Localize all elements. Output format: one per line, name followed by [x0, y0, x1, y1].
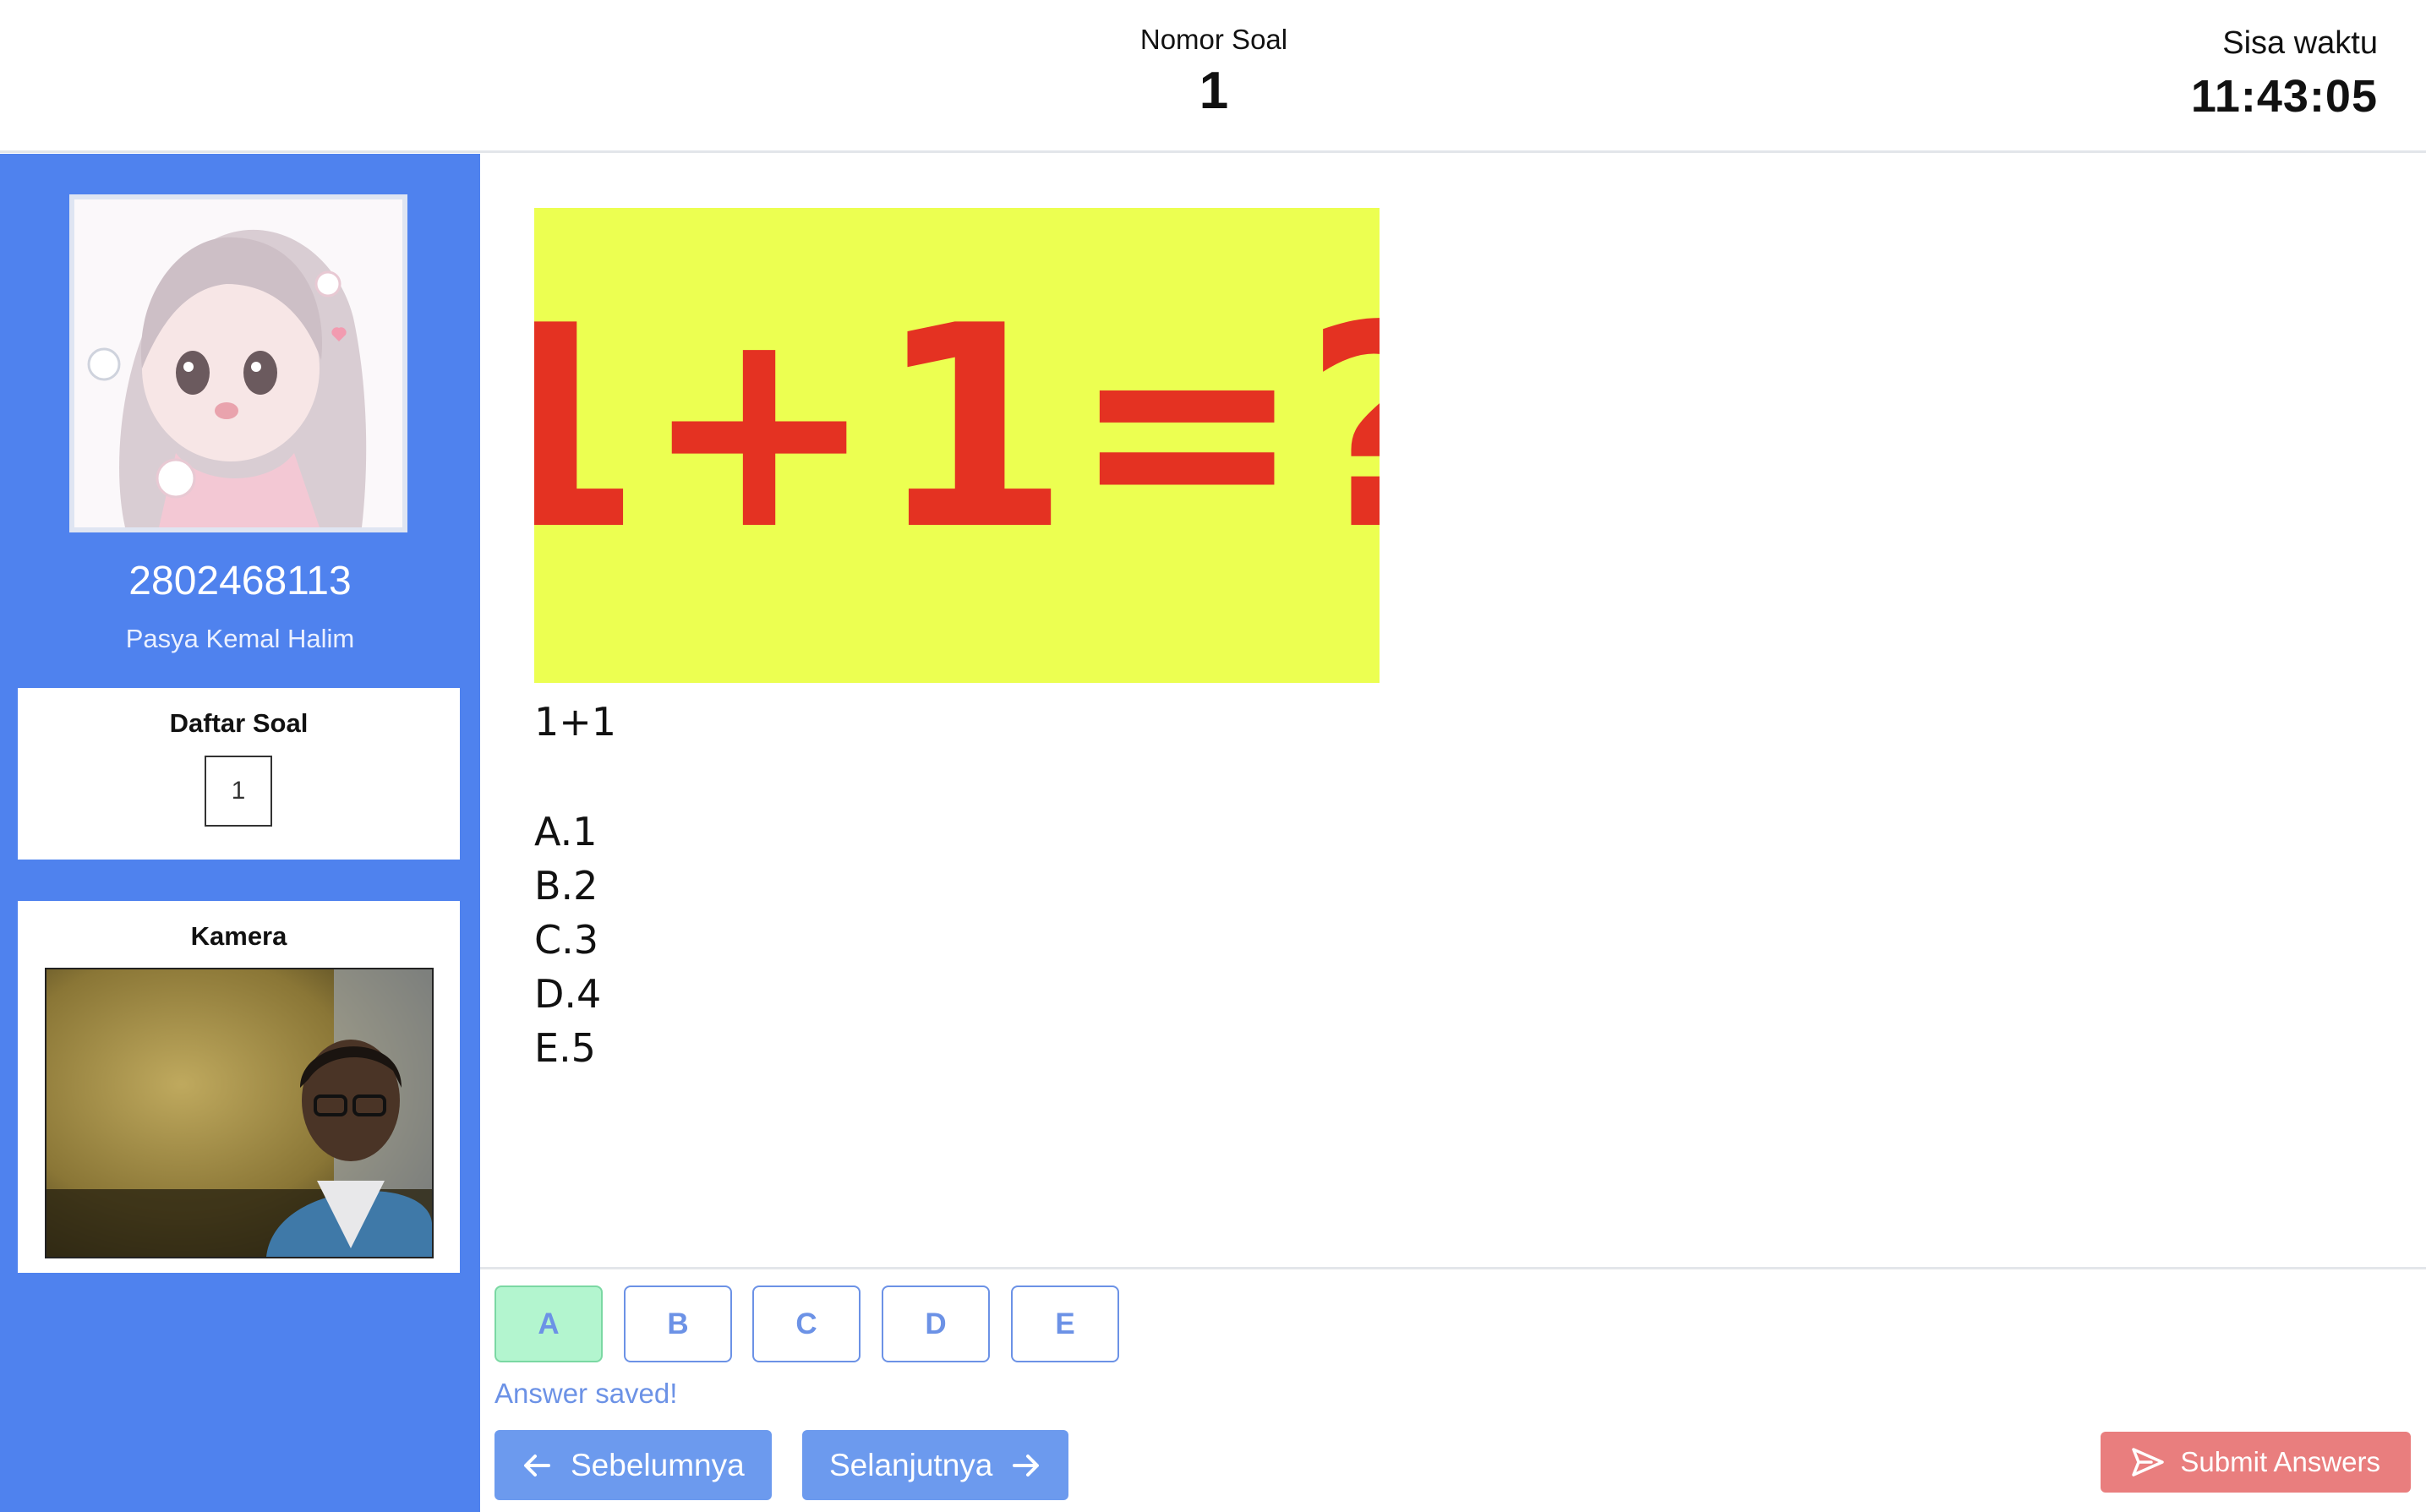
- question-number-value: 1: [1199, 62, 1229, 120]
- camera-image: [46, 969, 432, 1257]
- question-number-label: Nomor Soal: [1139, 24, 1288, 55]
- option-b: B.2: [534, 863, 598, 909]
- previous-button[interactable]: Sebelumnya: [494, 1430, 772, 1500]
- answer-button-c[interactable]: C: [752, 1285, 861, 1362]
- answer-saved-message: Answer saved!: [494, 1378, 678, 1409]
- send-icon: [2131, 1447, 2165, 1477]
- camera-feed: [45, 968, 434, 1258]
- avatar-illustration: [74, 199, 402, 527]
- top-bar: Nomor Soal 1 Sisa waktu 11:43:05: [0, 0, 2426, 153]
- user-id: 2802468113: [128, 559, 352, 603]
- timer-value: 11:43:05: [2190, 71, 2378, 122]
- answer-bar: A B C D E Answer saved! Sebelumnya Selan…: [480, 1267, 2426, 1512]
- question-list-title: Daftar Soal: [169, 708, 309, 738]
- previous-label: Sebelumnya: [571, 1447, 745, 1482]
- submit-label: Submit Answers: [2180, 1446, 2380, 1477]
- question-area: 1+1=? 1+1 A.1 B.2 C.3 D.4 E.5: [480, 154, 2426, 1267]
- timer-label: Sisa waktu: [2222, 25, 2378, 61]
- option-a: A.1: [534, 809, 598, 854]
- next-label: Selanjutnya: [829, 1447, 993, 1482]
- countdown-timer: Sisa waktu 11:43:05: [2191, 25, 2378, 123]
- option-list: A.1 B.2 C.3 D.4 E.5: [534, 805, 601, 1075]
- option-d: D.4: [534, 971, 602, 1017]
- camera-title: Kamera: [190, 921, 287, 951]
- question-number: Nomor Soal 1: [1129, 24, 1298, 121]
- answer-button-b[interactable]: B: [624, 1285, 732, 1362]
- question-image-text: 1+1=?: [534, 266, 1380, 591]
- answer-button-a[interactable]: A: [494, 1285, 603, 1362]
- question-text: 1+1: [534, 699, 617, 745]
- option-c: C.3: [534, 917, 599, 963]
- answer-button-d[interactable]: D: [882, 1285, 990, 1362]
- question-image: 1+1=?: [534, 208, 1380, 683]
- question-nav-button-1[interactable]: 1: [205, 756, 272, 827]
- next-button[interactable]: Selanjutnya: [802, 1430, 1069, 1500]
- option-e: E.5: [534, 1025, 596, 1071]
- user-name: Pasya Kemal Halim: [125, 624, 355, 653]
- sidebar: 2802468113 Pasya Kemal Halim Daftar Soal…: [0, 154, 480, 1512]
- camera-panel: Kamera: [18, 901, 460, 1273]
- arrow-left-icon: [522, 1450, 552, 1481]
- submit-answers-button[interactable]: Submit Answers: [2101, 1432, 2411, 1493]
- question-list-panel: Daftar Soal 1: [18, 688, 460, 860]
- answer-button-e[interactable]: E: [1011, 1285, 1119, 1362]
- arrow-right-icon: [1011, 1450, 1041, 1481]
- avatar: [69, 194, 407, 532]
